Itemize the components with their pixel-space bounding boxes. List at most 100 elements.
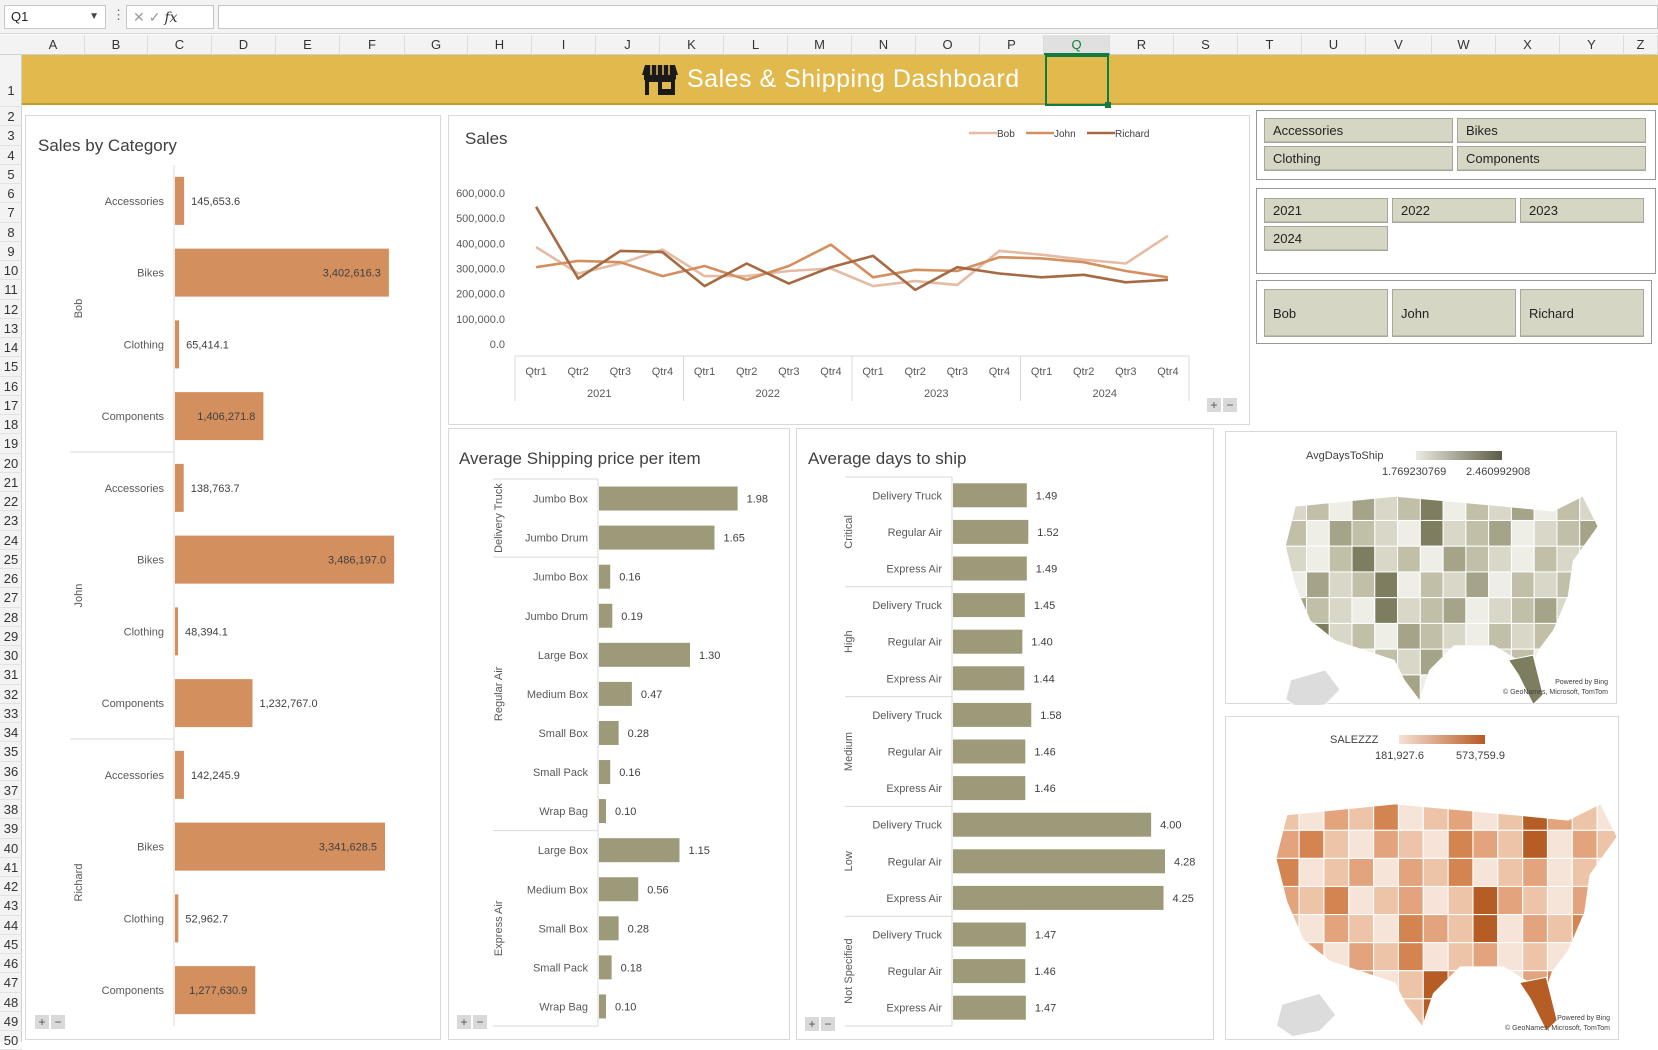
row-header-35[interactable]: 35 bbox=[0, 742, 22, 762]
row-header-21[interactable]: 21 bbox=[0, 473, 22, 492]
column-header-c[interactable]: C bbox=[148, 35, 212, 55]
column-header-q[interactable]: Q bbox=[1044, 35, 1110, 55]
row-header-41[interactable]: 41 bbox=[0, 858, 22, 877]
column-header-j[interactable]: J bbox=[596, 35, 660, 55]
row-header-16[interactable]: 16 bbox=[0, 377, 22, 396]
row-header-9[interactable]: 9 bbox=[0, 242, 22, 261]
slicer-item-2023[interactable]: 2023 bbox=[1520, 198, 1644, 223]
column-header-w[interactable]: W bbox=[1432, 35, 1496, 55]
column-header-y[interactable]: Y bbox=[1560, 35, 1624, 55]
chevron-down-icon[interactable]: ▼ bbox=[89, 6, 99, 28]
avg-days-to-ship-chart[interactable]: Average days to ship Critical Delivery Tr… bbox=[796, 428, 1214, 1040]
column-header-t[interactable]: T bbox=[1238, 35, 1302, 55]
row-header-17[interactable]: 17 bbox=[0, 396, 22, 415]
column-header-h[interactable]: H bbox=[468, 35, 532, 55]
row-header-6[interactable]: 6 bbox=[0, 184, 22, 204]
column-header-p[interactable]: P bbox=[980, 35, 1044, 55]
fx-icon[interactable]: fx bbox=[164, 10, 177, 26]
row-header-50[interactable]: 50 bbox=[0, 1031, 22, 1050]
column-header-l[interactable]: L bbox=[724, 35, 788, 55]
row-header-23[interactable]: 23 bbox=[0, 511, 22, 531]
row-header-3[interactable]: 3 bbox=[0, 126, 22, 146]
row-header-32[interactable]: 32 bbox=[0, 685, 22, 704]
column-header-e[interactable]: E bbox=[276, 35, 340, 55]
slicer-item-2024[interactable]: 2024 bbox=[1264, 226, 1388, 251]
row-header-27[interactable]: 27 bbox=[0, 588, 22, 608]
row-header-46[interactable]: 46 bbox=[0, 954, 22, 974]
row-header-22[interactable]: 22 bbox=[0, 492, 22, 512]
column-header-a[interactable]: A bbox=[22, 35, 85, 55]
minus-icon[interactable]: − bbox=[473, 1015, 487, 1029]
selected-cell[interactable] bbox=[1045, 55, 1111, 108]
column-header-n[interactable]: N bbox=[852, 35, 916, 55]
sales-by-category-chart[interactable]: Sales by Category Bob Accessories 145,653.… bbox=[25, 115, 441, 1040]
column-header-z[interactable]: Z bbox=[1624, 35, 1658, 55]
row-header-45[interactable]: 45 bbox=[0, 935, 22, 954]
slicer-item-components[interactable]: Components bbox=[1457, 146, 1646, 171]
row-header-7[interactable]: 7 bbox=[0, 203, 22, 223]
slicer-item-clothing[interactable]: Clothing bbox=[1264, 146, 1453, 171]
cancel-icon[interactable]: ✕ bbox=[133, 9, 149, 25]
slicer-item-bikes[interactable]: Bikes bbox=[1457, 118, 1646, 143]
sales-map[interactable]: SALEZZZ 181,927.6 573,759.9 Powered by B… bbox=[1225, 716, 1619, 1040]
row-header-14[interactable]: 14 bbox=[0, 338, 22, 358]
row-header-39[interactable]: 39 bbox=[0, 819, 22, 839]
row-header-30[interactable]: 30 bbox=[0, 646, 22, 666]
plus-icon[interactable]: + bbox=[35, 1015, 49, 1029]
row-header-38[interactable]: 38 bbox=[0, 800, 22, 820]
row-header-40[interactable]: 40 bbox=[0, 839, 22, 858]
row-header-24[interactable]: 24 bbox=[0, 531, 22, 550]
minus-icon[interactable]: − bbox=[51, 1015, 65, 1029]
column-header-m[interactable]: M bbox=[788, 35, 852, 55]
row-header-28[interactable]: 28 bbox=[0, 608, 22, 627]
row-header-29[interactable]: 29 bbox=[0, 627, 22, 646]
minus-icon[interactable]: − bbox=[821, 1017, 835, 1031]
row-header-33[interactable]: 33 bbox=[0, 704, 22, 723]
slicer-item-john[interactable]: John bbox=[1392, 289, 1516, 337]
row-header-13[interactable]: 13 bbox=[0, 319, 22, 338]
slicer-item-accessories[interactable]: Accessories bbox=[1264, 118, 1453, 143]
row-header-1[interactable]: 1 bbox=[0, 55, 22, 107]
row-header-18[interactable]: 18 bbox=[0, 415, 22, 435]
row-header-11[interactable]: 11 bbox=[0, 280, 22, 300]
name-box[interactable]: Q1 ▼ bbox=[4, 5, 106, 29]
row-header-25[interactable]: 25 bbox=[0, 550, 22, 569]
avg-days-map[interactable]: AvgDaysToShip 1.769230769 2.460992908 Po… bbox=[1225, 431, 1617, 705]
column-header-k[interactable]: K bbox=[660, 35, 724, 55]
row-header-8[interactable]: 8 bbox=[0, 223, 22, 242]
column-header-v[interactable]: V bbox=[1366, 35, 1432, 55]
plus-icon[interactable]: + bbox=[1207, 398, 1221, 412]
row-header-31[interactable]: 31 bbox=[0, 665, 22, 685]
column-header-u[interactable]: U bbox=[1302, 35, 1366, 55]
row-header-19[interactable]: 19 bbox=[0, 434, 22, 454]
column-header-b[interactable]: B bbox=[85, 35, 148, 55]
row-header-34[interactable]: 34 bbox=[0, 723, 22, 743]
row-header-10[interactable]: 10 bbox=[0, 261, 22, 281]
column-header-f[interactable]: F bbox=[340, 35, 405, 55]
column-header-o[interactable]: O bbox=[916, 35, 980, 55]
formula-input[interactable] bbox=[218, 5, 1658, 29]
row-header-43[interactable]: 43 bbox=[0, 896, 22, 916]
row-header-36[interactable]: 36 bbox=[0, 762, 22, 781]
avg-shipping-price-chart[interactable]: Average Shipping price per item Delivery… bbox=[448, 428, 790, 1040]
row-header-20[interactable]: 20 bbox=[0, 454, 22, 473]
row-header-37[interactable]: 37 bbox=[0, 781, 22, 800]
minus-icon[interactable]: − bbox=[1223, 398, 1237, 412]
slicer-item-2021[interactable]: 2021 bbox=[1264, 198, 1388, 223]
row-header-5[interactable]: 5 bbox=[0, 165, 22, 184]
plus-icon[interactable]: + bbox=[457, 1015, 471, 1029]
column-header-g[interactable]: G bbox=[405, 35, 468, 55]
row-header-47[interactable]: 47 bbox=[0, 973, 22, 993]
row-header-2[interactable]: 2 bbox=[0, 107, 22, 127]
row-header-49[interactable]: 49 bbox=[0, 1012, 22, 1031]
column-header-i[interactable]: I bbox=[532, 35, 596, 55]
sales-line-chart[interactable]: Sales 600,000.0 500,000.0 400,000.0 300,000… bbox=[448, 115, 1250, 425]
column-header-d[interactable]: D bbox=[212, 35, 276, 55]
row-header-48[interactable]: 48 bbox=[0, 993, 22, 1012]
row-header-15[interactable]: 15 bbox=[0, 357, 22, 377]
column-header-s[interactable]: S bbox=[1174, 35, 1238, 55]
slicer-item-richard[interactable]: Richard bbox=[1520, 289, 1644, 337]
enter-icon[interactable]: ✓ bbox=[149, 9, 165, 25]
slicer-item-bob[interactable]: Bob bbox=[1264, 289, 1388, 337]
row-header-4[interactable]: 4 bbox=[0, 146, 22, 165]
